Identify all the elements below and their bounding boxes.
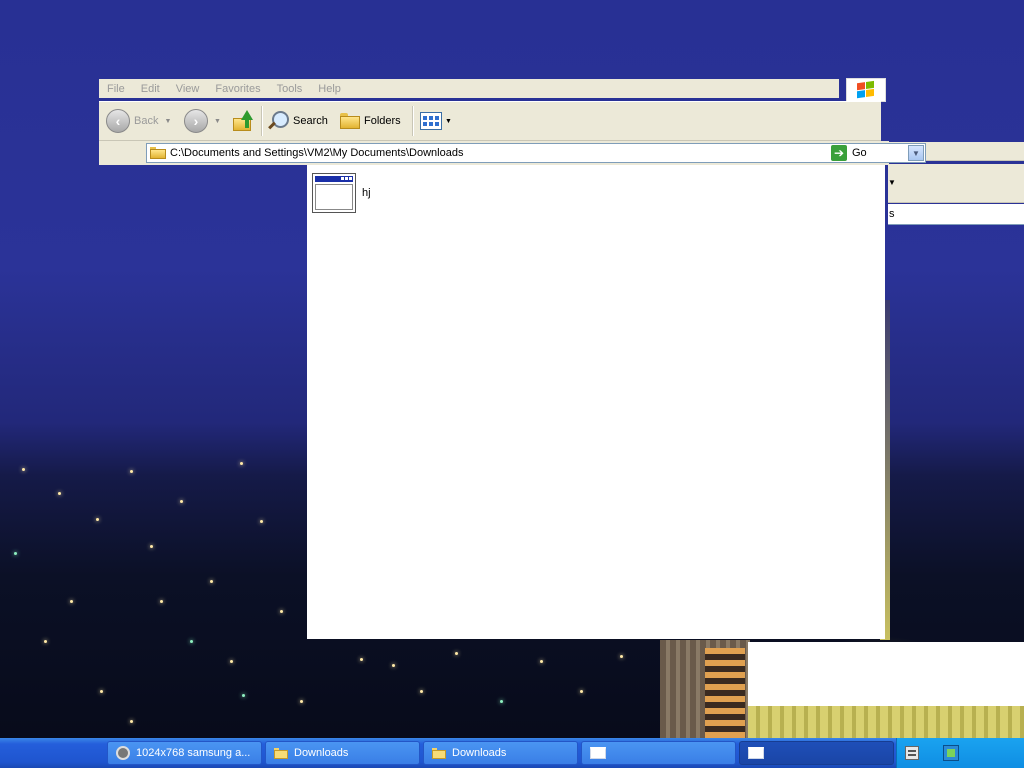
folders-button[interactable]: Folders <box>340 108 401 134</box>
forward-arrow-icon: › <box>184 109 208 133</box>
taskbar-button-label: Downloads <box>452 747 507 759</box>
taskbar-button-downloads-2[interactable]: Downloads <box>423 741 578 765</box>
back-dropdown-icon[interactable]: ▼ <box>164 118 171 125</box>
address-folder-icon <box>150 147 166 159</box>
up-folder-button[interactable] <box>233 108 255 134</box>
window-icon <box>590 747 606 759</box>
go-label: Go <box>852 147 867 159</box>
search-label: Search <box>293 115 328 127</box>
taskbar: 1024x768 samsung a... Downloads Download… <box>0 738 1024 768</box>
views-dropdown-icon[interactable]: ▼ <box>445 118 452 125</box>
system-tray <box>896 738 1024 768</box>
windows-logo-icon <box>857 80 875 100</box>
address-bar: C:\Documents and Settings\VM2\My Documen… <box>99 141 926 165</box>
menu-bar: File Edit View Favorites Tools Help <box>99 79 839 98</box>
menu-edit[interactable]: Edit <box>133 83 168 95</box>
menu-file[interactable]: File <box>99 83 133 95</box>
file-item[interactable]: hj <box>312 173 371 213</box>
network-tray-icon[interactable] <box>943 745 959 761</box>
search-icon <box>267 110 289 132</box>
keyboard-tray-icon[interactable] <box>905 746 919 760</box>
menu-view[interactable]: View <box>168 83 208 95</box>
folder-content-pane[interactable]: hj <box>307 165 885 639</box>
menu-help[interactable]: Help <box>310 83 349 95</box>
application-window-icon <box>312 173 356 213</box>
wallpaper-building <box>660 640 750 740</box>
folders-label: Folders <box>364 115 401 127</box>
window-icon <box>748 747 764 759</box>
views-icon <box>420 112 442 130</box>
address-field[interactable]: C:\Documents and Settings\VM2\My Documen… <box>146 143 926 163</box>
address-dropdown-icon[interactable]: ▼ <box>908 145 924 161</box>
windows-logo-box <box>846 78 886 102</box>
taskbar-button-window-2[interactable] <box>739 741 894 765</box>
taskbar-button-window-1[interactable] <box>581 741 736 765</box>
background-window-panel <box>748 642 1024 706</box>
file-name: hj <box>362 187 371 199</box>
taskbar-button-label: Downloads <box>294 747 349 759</box>
back-label: Back <box>134 115 159 127</box>
menu-favorites[interactable]: Favorites <box>207 83 268 95</box>
wallpaper-building-lit <box>748 700 1024 740</box>
menu-tools[interactable]: Tools <box>269 83 311 95</box>
views-button[interactable]: ▼ <box>420 108 452 134</box>
folder-icon <box>432 747 446 759</box>
background-address-text: s <box>889 208 895 220</box>
up-folder-icon <box>233 110 255 132</box>
background-window-toolbar: ▼ <box>888 164 1024 203</box>
address-path[interactable]: C:\Documents and Settings\VM2\My Documen… <box>170 147 908 159</box>
raccoon-icon <box>116 746 130 760</box>
taskbar-button-downloads-1[interactable]: Downloads <box>265 741 420 765</box>
background-window-address-field[interactable]: s <box>888 204 1024 225</box>
folders-icon <box>340 113 360 129</box>
search-button[interactable]: Search <box>267 108 328 134</box>
chevron-down-icon: ▼ <box>888 178 896 187</box>
forward-button[interactable]: › ▼ <box>184 108 221 134</box>
folder-icon <box>274 747 288 759</box>
back-button[interactable]: ‹ Back ▼ <box>106 108 171 134</box>
standard-toolbar: ‹ Back ▼ › ▼ Search Folders ▼ <box>99 101 881 141</box>
taskbar-button-image[interactable]: 1024x768 samsung a... <box>107 741 262 765</box>
forward-dropdown-icon[interactable]: ▼ <box>214 118 221 125</box>
back-arrow-icon: ‹ <box>106 109 130 133</box>
go-arrow-icon: ➔ <box>831 145 847 161</box>
go-button[interactable]: ➔ Go <box>831 143 877 163</box>
taskbar-button-label: 1024x768 samsung a... <box>136 747 251 759</box>
